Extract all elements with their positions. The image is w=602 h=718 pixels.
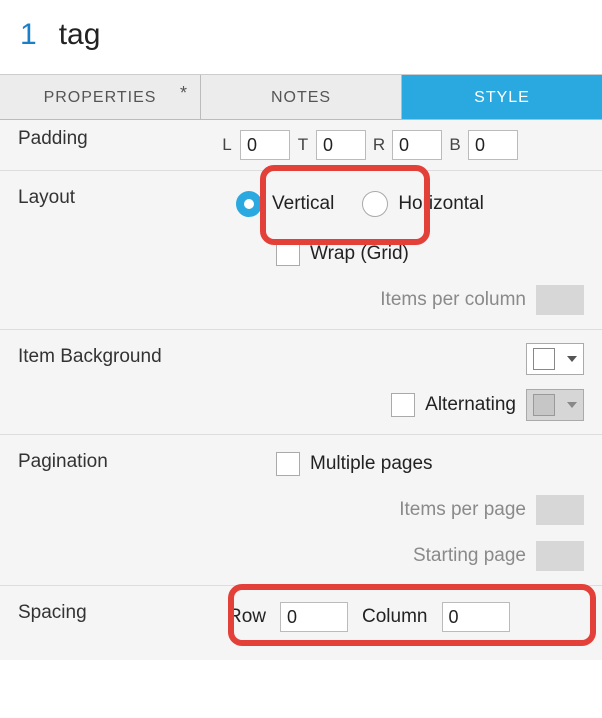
item-background-color-dropdown[interactable]	[526, 343, 584, 375]
alternating-color-dropdown	[526, 389, 584, 421]
section-layout: Layout Vertical Horizontal Wrap (Grid) I…	[0, 171, 602, 330]
items-per-column-label: Items per column	[380, 289, 526, 311]
starting-page-label: Starting page	[413, 545, 526, 567]
layout-vertical-radio[interactable]	[236, 191, 262, 217]
spacing-column-input[interactable]	[442, 602, 510, 632]
alternating-label: Alternating	[425, 394, 516, 416]
spacing-row-input[interactable]	[280, 602, 348, 632]
layout-horizontal-label: Horizontal	[398, 193, 484, 215]
spacing-column-label: Column	[362, 606, 427, 628]
multiple-pages-checkbox[interactable]	[276, 452, 300, 476]
section-label: Layout	[18, 181, 218, 209]
multiple-pages-label: Multiple pages	[310, 453, 433, 475]
tab-dirty-indicator: *	[180, 83, 188, 104]
panel-header: 1 tag	[0, 0, 602, 75]
padding-right-input[interactable]	[392, 130, 442, 160]
tab-label: STYLE	[474, 89, 530, 106]
section-item-background: Item Background Alternating	[0, 330, 602, 435]
section-pagination: Pagination Multiple pages Items per page…	[0, 435, 602, 586]
color-swatch-icon	[533, 394, 555, 416]
padding-right-label: R	[370, 135, 388, 155]
layout-horizontal-radio[interactable]	[362, 191, 388, 217]
section-label: Item Background	[18, 340, 218, 368]
tab-label: PROPERTIES	[44, 89, 157, 106]
section-spacing: Spacing Row Column	[0, 586, 602, 660]
padding-left-label: L	[218, 135, 236, 155]
section-label: Pagination	[18, 445, 218, 473]
element-index: 1	[20, 18, 37, 52]
padding-top-label: T	[294, 135, 312, 155]
tab-style[interactable]: STYLE	[402, 75, 602, 119]
starting-page-input	[536, 541, 584, 571]
tab-label: NOTES	[271, 89, 331, 106]
items-per-page-label: Items per page	[399, 499, 526, 521]
alternating-checkbox[interactable]	[391, 393, 415, 417]
padding-bottom-label: B	[446, 135, 464, 155]
layout-vertical-label: Vertical	[272, 193, 334, 215]
chevron-down-icon	[567, 402, 577, 408]
color-swatch-icon	[533, 348, 555, 370]
layout-wrap-checkbox[interactable]	[276, 242, 300, 266]
tab-bar: PROPERTIES * NOTES STYLE	[0, 75, 602, 120]
items-per-column-input	[536, 285, 584, 315]
section-label: Padding	[18, 126, 218, 150]
padding-bottom-input[interactable]	[468, 130, 518, 160]
chevron-down-icon	[567, 356, 577, 362]
tab-notes[interactable]: NOTES	[201, 75, 402, 119]
section-label: Spacing	[18, 596, 218, 624]
padding-top-input[interactable]	[316, 130, 366, 160]
spacing-row-label: Row	[228, 606, 266, 628]
items-per-page-input	[536, 495, 584, 525]
section-padding: Padding L T R B	[0, 120, 602, 171]
tab-properties[interactable]: PROPERTIES *	[0, 75, 201, 119]
layout-wrap-label: Wrap (Grid)	[310, 243, 409, 265]
padding-left-input[interactable]	[240, 130, 290, 160]
element-tag-name: tag	[59, 18, 101, 52]
